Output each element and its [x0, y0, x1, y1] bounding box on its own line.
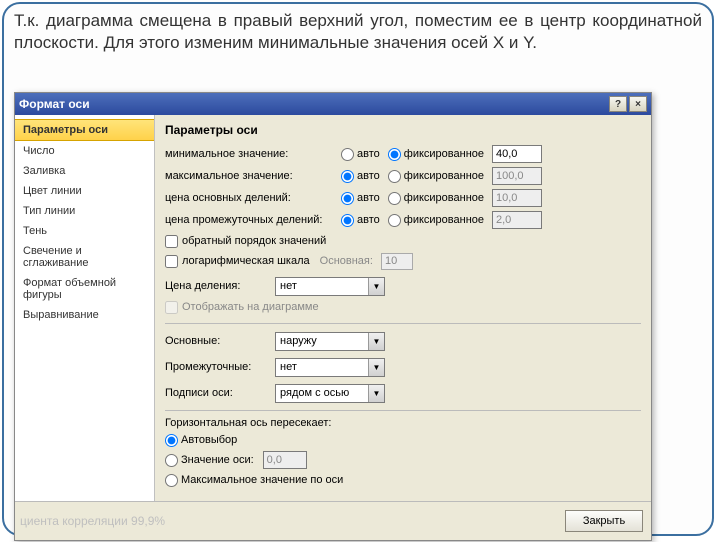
crosses-at-input[interactable]: [263, 451, 307, 469]
intro-text: Т.к. диаграмма смещена в правый верхний …: [14, 10, 702, 54]
major-unit-label: цена основных делений:: [165, 192, 341, 204]
chevron-down-icon: ▼: [368, 333, 384, 350]
axis-labels-select[interactable]: рядом с осью ▼: [275, 384, 385, 403]
minor-ticks-label: Промежуточные:: [165, 361, 275, 373]
sidebar-item-3d-format[interactable]: Формат объемной фигуры: [15, 273, 154, 305]
min-value-row: минимальное значение: авто фиксированное: [165, 143, 641, 165]
reverse-order-checkbox[interactable]: [165, 235, 178, 248]
crosses-max-radio[interactable]: Максимальное значение по оси: [165, 471, 641, 489]
minor-unit-row: цена промежуточных делений: авто фиксиро…: [165, 209, 641, 231]
major-ticks-select[interactable]: наружу ▼: [275, 332, 385, 351]
log-base-label: Основная:: [320, 255, 373, 267]
max-fixed-radio[interactable]: фиксированное: [388, 170, 484, 183]
reverse-order-label: обратный порядок значений: [182, 235, 326, 247]
min-fixed-radio[interactable]: фиксированное: [388, 148, 484, 161]
crosses-group-label: Горизонтальная ось пересекает:: [165, 417, 641, 429]
display-unit-label: Цена деления:: [165, 280, 275, 292]
major-fixed-radio[interactable]: фиксированное: [388, 192, 484, 205]
crosses-at-radio[interactable]: Значение оси:: [165, 451, 641, 469]
min-value-input[interactable]: [492, 145, 542, 163]
major-unit-row: цена основных делений: авто фиксированно…: [165, 187, 641, 209]
max-value-input[interactable]: [492, 167, 542, 185]
close-button[interactable]: Закрыть: [565, 510, 643, 532]
dialog-title: Формат оси: [19, 97, 609, 111]
max-auto-radio[interactable]: авто: [341, 170, 380, 183]
minor-auto-radio[interactable]: авто: [341, 214, 380, 227]
log-scale-checkbox[interactable]: [165, 255, 178, 268]
titlebar: Формат оси ? ×: [15, 93, 651, 115]
category-sidebar: Параметры оси Число Заливка Цвет линии Т…: [15, 115, 155, 501]
display-unit-select[interactable]: нет ▼: [275, 277, 385, 296]
background-text: циента корреляции 99,9%: [20, 514, 165, 528]
close-icon[interactable]: ×: [629, 96, 647, 112]
min-value-label: минимальное значение:: [165, 148, 341, 160]
show-on-chart-checkbox: [165, 301, 178, 314]
format-axis-dialog: Формат оси ? × Параметры оси Число Залив…: [14, 92, 652, 541]
min-auto-radio[interactable]: авто: [341, 148, 380, 161]
sidebar-item-line-type[interactable]: Тип линии: [15, 201, 154, 221]
axis-labels-label: Подписи оси:: [165, 387, 275, 399]
major-auto-radio[interactable]: авто: [341, 192, 380, 205]
sidebar-item-line-color[interactable]: Цвет линии: [15, 181, 154, 201]
sidebar-item-fill[interactable]: Заливка: [15, 161, 154, 181]
max-value-label: максимальное значение:: [165, 170, 341, 182]
log-scale-label: логарифмическая шкала: [182, 255, 310, 267]
sidebar-item-glow[interactable]: Свечение и сглаживание: [15, 241, 154, 273]
chevron-down-icon: ▼: [368, 359, 384, 376]
chevron-down-icon: ▼: [368, 385, 384, 402]
divider: [165, 410, 641, 411]
max-value-row: максимальное значение: авто фиксированно…: [165, 165, 641, 187]
log-base-input: [381, 253, 413, 270]
show-on-chart-label: Отображать на диаграмме: [182, 301, 319, 313]
sidebar-item-number[interactable]: Число: [15, 141, 154, 161]
sidebar-item-shadow[interactable]: Тень: [15, 221, 154, 241]
chevron-down-icon: ▼: [368, 278, 384, 295]
sidebar-item-alignment[interactable]: Выравнивание: [15, 305, 154, 325]
sidebar-item-axis-options[interactable]: Параметры оси: [15, 119, 154, 141]
minor-unit-input[interactable]: [492, 211, 542, 229]
divider: [165, 323, 641, 324]
crosses-auto-radio[interactable]: Автовыбор: [165, 431, 641, 449]
major-unit-input[interactable]: [492, 189, 542, 207]
major-ticks-label: Основные:: [165, 335, 275, 347]
minor-fixed-radio[interactable]: фиксированное: [388, 214, 484, 227]
axis-options-panel: Параметры оси минимальное значение: авто…: [155, 115, 651, 501]
minor-ticks-select[interactable]: нет ▼: [275, 358, 385, 377]
minor-unit-label: цена промежуточных делений:: [165, 214, 341, 226]
panel-heading: Параметры оси: [165, 123, 641, 137]
help-button[interactable]: ?: [609, 96, 627, 112]
